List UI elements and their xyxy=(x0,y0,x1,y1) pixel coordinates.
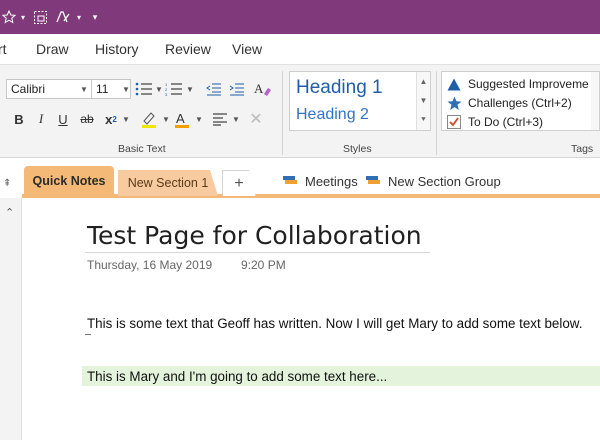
subscript-digit: 2 xyxy=(112,114,117,124)
chevron-up-icon[interactable]: ▲ xyxy=(417,72,430,91)
italic-button[interactable]: I xyxy=(32,109,50,129)
styles-label: Styles xyxy=(343,143,372,155)
basic-text-label: Basic Text xyxy=(118,143,166,155)
svg-text:A: A xyxy=(254,81,264,96)
tag-label: Challenges (Ctrl+2) xyxy=(468,96,572,110)
checkbox-icon xyxy=(446,114,462,130)
divider xyxy=(436,71,437,155)
chevron-down-icon[interactable]: ▾ xyxy=(18,6,28,28)
tag-label: To Do (Ctrl+3) xyxy=(468,115,544,129)
chevron-down-icon[interactable]: ▼ xyxy=(195,115,203,124)
tag-label: Suggested Improveme xyxy=(468,77,589,91)
tags-scrollbar[interactable] xyxy=(591,72,599,130)
tag-challenges[interactable]: Challenges (Ctrl+2) xyxy=(446,94,572,112)
chevron-down-icon[interactable]: ▼ xyxy=(162,115,170,124)
svg-text:3: 3 xyxy=(165,92,168,96)
tab-insert[interactable]: rt xyxy=(0,41,7,57)
chevron-up-icon[interactable]: ⌃ xyxy=(5,206,14,219)
tag-suggested-improvement[interactable]: Suggested Improveme xyxy=(446,75,589,93)
tab-view[interactable]: View xyxy=(232,41,262,57)
style-heading2[interactable]: Heading 2 xyxy=(296,106,369,124)
bold-button[interactable]: B xyxy=(10,109,28,129)
note-paragraph-mary[interactable]: This is Mary and I'm going to add some t… xyxy=(87,369,387,384)
customize-dropdown-icon[interactable]: ▾ xyxy=(84,6,106,28)
triangle-icon xyxy=(446,76,462,92)
chevron-down-icon[interactable]: ▼ xyxy=(232,115,240,124)
note-paragraph-geoff[interactable]: This is some text that Geoff has written… xyxy=(87,316,582,331)
chevron-down-icon[interactable]: ▼ xyxy=(417,91,430,110)
quick-access-toolbar: ▾ ▾ ▾ xyxy=(0,6,106,28)
chevron-down-icon[interactable]: ▼ xyxy=(122,115,130,124)
section-group-icon xyxy=(283,176,297,184)
subscript-button[interactable]: x2 xyxy=(102,109,120,129)
page-date: Thursday, 16 May 2019 xyxy=(87,258,213,272)
ribbon: Calibri ▼ 11 ▼ ▼ 123 ▼ A B I U ab x2 ▼ ▼… xyxy=(0,64,600,158)
bullets-icon[interactable] xyxy=(133,79,155,99)
tab-quick-notes[interactable]: Quick Notes xyxy=(24,166,114,196)
subscript-label: x xyxy=(105,111,113,127)
section-group-meetings[interactable]: Meetings xyxy=(283,170,358,192)
pen-dropdown-icon[interactable] xyxy=(52,6,74,28)
increase-indent-icon[interactable] xyxy=(227,79,247,99)
tab-review[interactable]: Review xyxy=(165,41,211,57)
divider xyxy=(282,71,283,155)
author-indicator xyxy=(85,334,91,335)
menu-bar: rt Draw History Review View xyxy=(0,34,600,64)
link-label: Meetings xyxy=(305,173,358,189)
tags-gallery: Suggested Improveme Challenges (Ctrl+2) … xyxy=(441,71,600,131)
chevron-down-icon[interactable]: ▼ xyxy=(186,85,194,94)
numbering-icon[interactable]: 123 xyxy=(163,79,185,99)
pin-icon[interactable]: ⇞ xyxy=(3,178,11,189)
page-time: 9:20 PM xyxy=(241,258,286,272)
style-heading1[interactable]: Heading 1 xyxy=(296,77,383,99)
tab-draw[interactable]: Draw xyxy=(36,41,69,57)
screen-clip-icon[interactable] xyxy=(28,6,52,28)
expand-gallery-icon[interactable]: ⯆ xyxy=(417,110,430,129)
title-underline xyxy=(85,252,430,253)
font-color-icon[interactable]: A xyxy=(171,108,193,130)
chevron-down-icon[interactable]: ▼ xyxy=(122,85,130,94)
section-group-icon xyxy=(366,176,380,184)
styles-gallery: Heading 1 Heading 2 ▲ ▼ ⯆ xyxy=(289,71,431,131)
decrease-indent-icon[interactable] xyxy=(204,79,224,99)
chevron-down-icon[interactable]: ▼ xyxy=(155,85,163,94)
highlight-icon[interactable] xyxy=(138,108,160,130)
tag-todo[interactable]: To Do (Ctrl+3) xyxy=(446,113,544,130)
font-name-value: Calibri xyxy=(11,82,46,96)
star-dropdown-icon[interactable] xyxy=(0,6,18,28)
delete-icon[interactable]: ✕ xyxy=(246,108,266,130)
styles-scrollbar[interactable]: ▲ ▼ ⯆ xyxy=(416,72,430,130)
chevron-down-icon[interactable]: ▼ xyxy=(80,85,88,94)
tags-label: Tags xyxy=(571,143,594,155)
link-label: New Section Group xyxy=(388,173,501,189)
strikethrough-button[interactable]: ab xyxy=(76,109,98,129)
clear-formatting-icon[interactable]: A xyxy=(253,78,273,100)
font-size-value: 11 xyxy=(96,82,109,96)
underline-button[interactable]: U xyxy=(54,109,72,129)
tab-new-section-1[interactable]: New Section 1 xyxy=(118,170,218,196)
chevron-down-icon[interactable]: ▾ xyxy=(74,6,84,28)
page-title[interactable]: Test Page for Collaboration xyxy=(87,221,422,250)
star-icon xyxy=(446,95,462,111)
paragraph-align-icon[interactable] xyxy=(209,108,231,130)
page-list-collapsed[interactable]: ⌃ xyxy=(0,198,22,440)
tab-history[interactable]: History xyxy=(95,41,139,57)
section-group-new[interactable]: New Section Group xyxy=(366,170,501,192)
svg-text:A: A xyxy=(176,111,185,126)
